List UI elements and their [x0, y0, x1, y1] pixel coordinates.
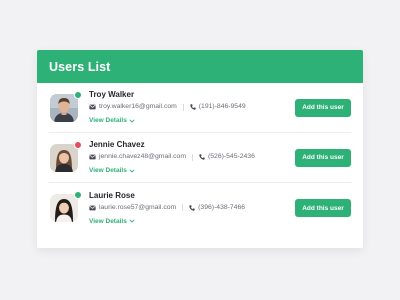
- user-row: Troy Walker troy.walker16@gmail.com (191…: [49, 83, 351, 133]
- add-user-button[interactable]: Add this user: [295, 98, 351, 117]
- user-row: Laurie Rose laurie.rose57@gmail.com (396…: [49, 183, 351, 233]
- user-email[interactable]: troy.walker16@gmail.com: [99, 102, 177, 112]
- view-details-link[interactable]: View Details: [89, 217, 351, 226]
- divider: [182, 204, 184, 211]
- avatar-wrapper: [50, 140, 82, 172]
- status-online-indicator: [74, 191, 82, 199]
- user-phone[interactable]: (526)-545-2436: [208, 152, 255, 162]
- envelope-icon: [89, 154, 96, 160]
- envelope-icon: [89, 205, 96, 210]
- view-details-label: View Details: [89, 217, 127, 225]
- add-user-button[interactable]: Add this user: [295, 199, 351, 217]
- users-list-card: Users List Troy Walker troy.walker16@gma…: [37, 50, 363, 248]
- view-details-link[interactable]: View Details: [89, 166, 351, 175]
- divider: [182, 103, 184, 111]
- user-phone[interactable]: (396)-438-7466: [198, 203, 245, 213]
- avatar-wrapper: [50, 90, 82, 122]
- add-user-button[interactable]: Add this user: [295, 148, 351, 167]
- divider: [192, 153, 193, 161]
- user-list: Troy Walker troy.walker16@gmail.com (191…: [37, 83, 363, 233]
- view-details-link[interactable]: View Details: [89, 116, 351, 125]
- chevron-down-icon: [129, 219, 135, 223]
- phone-icon: [189, 204, 195, 211]
- user-phone[interactable]: (191)-846-9549: [199, 102, 246, 112]
- phone-icon: [190, 104, 196, 110]
- avatar[interactable]: [50, 93, 78, 122]
- chevron-down-icon: [129, 168, 135, 173]
- user-email[interactable]: jennie.chavez48@gmail.com: [99, 152, 186, 162]
- avatar[interactable]: [50, 143, 78, 172]
- phone-icon: [199, 154, 205, 160]
- envelope-icon: [89, 104, 96, 110]
- view-details-label: View Details: [89, 167, 127, 174]
- status-busy-indicator: [74, 140, 82, 149]
- status-online-indicator: [74, 90, 82, 99]
- avatar-wrapper: [50, 191, 82, 222]
- chevron-down-icon: [129, 118, 135, 123]
- card-header: Users List: [37, 50, 363, 83]
- user-row: Jennie Chavez jennie.chavez48@gmail.com …: [49, 133, 351, 183]
- card-title: Users List: [49, 59, 111, 74]
- view-details-label: View Details: [89, 117, 127, 124]
- user-email[interactable]: laurie.rose57@gmail.com: [99, 203, 176, 213]
- avatar[interactable]: [50, 194, 78, 222]
